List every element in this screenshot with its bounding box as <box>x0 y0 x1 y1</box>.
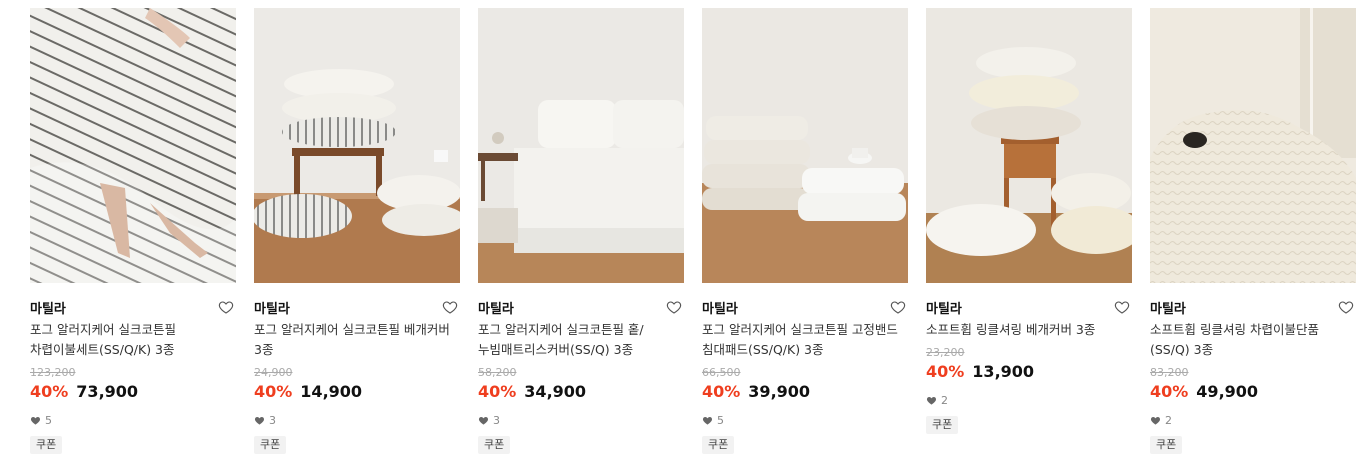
original-price: 83,200 <box>1150 366 1189 379</box>
product-card[interactable]: 마틸라 포그 알러지케어 실크코튼필 고정밴드 침대패드(SS/Q/K) 3종 … <box>702 8 908 454</box>
brand-name: 마틸라 <box>1150 301 1186 317</box>
brand-name: 마틸라 <box>478 301 514 317</box>
product-image[interactable] <box>926 8 1132 283</box>
product-card[interactable]: 마틸라 포그 알러지케어 실크코튼필 베개커버 3종 24,900 40% 14,… <box>254 8 460 454</box>
heart-filled-icon <box>478 417 489 425</box>
price-row: 40% 39,900 <box>702 381 908 403</box>
heart-filled-icon <box>30 417 41 425</box>
original-price: 24,900 <box>254 366 293 379</box>
brand-name: 마틸라 <box>926 301 962 317</box>
sale-price: 39,900 <box>748 382 811 401</box>
like-count: 3 <box>254 413 460 427</box>
original-price: 66,500 <box>702 366 741 379</box>
sale-price: 34,900 <box>524 382 587 401</box>
coupon-badge: 쿠폰 <box>254 436 287 454</box>
price-row: 40% 73,900 <box>30 381 236 403</box>
product-card[interactable]: 마틸라 소프트휩 링클셔링 베개커버 3종 23,200 40% 13,900 2… <box>926 8 1132 434</box>
heart-outline-icon[interactable] <box>218 299 234 315</box>
product-title[interactable]: 포그 알러지케어 실크코튼필 고정밴드 침대패드(SS/Q/K) 3종 <box>702 320 908 360</box>
like-count: 3 <box>478 413 684 427</box>
brand-name: 마틸라 <box>30 301 66 317</box>
brand-name: 마틸라 <box>702 301 738 317</box>
heart-outline-icon[interactable] <box>890 299 906 315</box>
product-title[interactable]: 포그 알러지케어 실크코튼필 홑/ 누빔매트리스커버(SS/Q) 3종 <box>478 320 684 360</box>
coupon-badge: 쿠폰 <box>30 436 63 454</box>
coupon-badge: 쿠폰 <box>702 436 735 454</box>
sale-price: 13,900 <box>972 362 1035 381</box>
product-card[interactable]: 마틸라 포그 알러지케어 실크코튼필 차렵이불세트(SS/Q/K) 3종 123… <box>30 8 236 454</box>
discount-rate: 40% <box>926 362 965 381</box>
original-price: 23,200 <box>926 346 965 359</box>
coupon-badge: 쿠폰 <box>1150 436 1183 454</box>
discount-rate: 40% <box>702 382 741 401</box>
product-image[interactable] <box>30 8 236 283</box>
price-row: 40% 14,900 <box>254 381 460 403</box>
heart-filled-icon <box>1150 417 1161 425</box>
heart-filled-icon <box>702 417 713 425</box>
price-row: 40% 13,900 <box>926 361 1132 383</box>
like-count: 2 <box>926 393 1132 407</box>
heart-outline-icon[interactable] <box>1114 299 1130 315</box>
sale-price: 14,900 <box>300 382 363 401</box>
price-row: 40% 34,900 <box>478 381 684 403</box>
product-title[interactable]: 소프트휩 링클셔링 베개커버 3종 <box>926 320 1132 340</box>
discount-rate: 40% <box>254 382 293 401</box>
discount-rate: 40% <box>30 382 69 401</box>
discount-rate: 40% <box>1150 382 1189 401</box>
heart-outline-icon[interactable] <box>666 299 682 315</box>
product-image[interactable] <box>254 8 460 283</box>
product-image[interactable] <box>1150 8 1356 283</box>
product-title[interactable]: 포그 알러지케어 실크코튼필 차렵이불세트(SS/Q/K) 3종 <box>30 320 236 360</box>
original-price: 58,200 <box>478 366 517 379</box>
heart-outline-icon[interactable] <box>1338 299 1354 315</box>
product-grid: 마틸라 포그 알러지케어 실크코튼필 차렵이불세트(SS/Q/K) 3종 123… <box>0 0 1359 465</box>
like-count: 2 <box>1150 413 1356 427</box>
discount-rate: 40% <box>478 382 517 401</box>
coupon-badge: 쿠폰 <box>926 416 959 434</box>
heart-filled-icon <box>254 417 265 425</box>
product-image[interactable] <box>478 8 684 283</box>
product-title[interactable]: 소프트휩 링클셔링 차렵이불단품 (SS/Q) 3종 <box>1150 320 1356 360</box>
like-count: 5 <box>702 413 908 427</box>
heart-outline-icon[interactable] <box>442 299 458 315</box>
product-card[interactable]: 마틸라 소프트휩 링클셔링 차렵이불단품 (SS/Q) 3종 83,200 40… <box>1150 8 1356 454</box>
original-price: 123,200 <box>30 366 76 379</box>
heart-filled-icon <box>926 397 937 405</box>
coupon-badge: 쿠폰 <box>478 436 511 454</box>
product-image[interactable] <box>702 8 908 283</box>
like-count: 5 <box>30 413 236 427</box>
product-title[interactable]: 포그 알러지케어 실크코튼필 베개커버 3종 <box>254 320 460 360</box>
sale-price: 49,900 <box>1196 382 1259 401</box>
price-row: 40% 49,900 <box>1150 381 1356 403</box>
brand-name: 마틸라 <box>254 301 290 317</box>
product-card[interactable]: 마틸라 포그 알러지케어 실크코튼필 홑/ 누빔매트리스커버(SS/Q) 3종 … <box>478 8 684 454</box>
sale-price: 73,900 <box>76 382 139 401</box>
